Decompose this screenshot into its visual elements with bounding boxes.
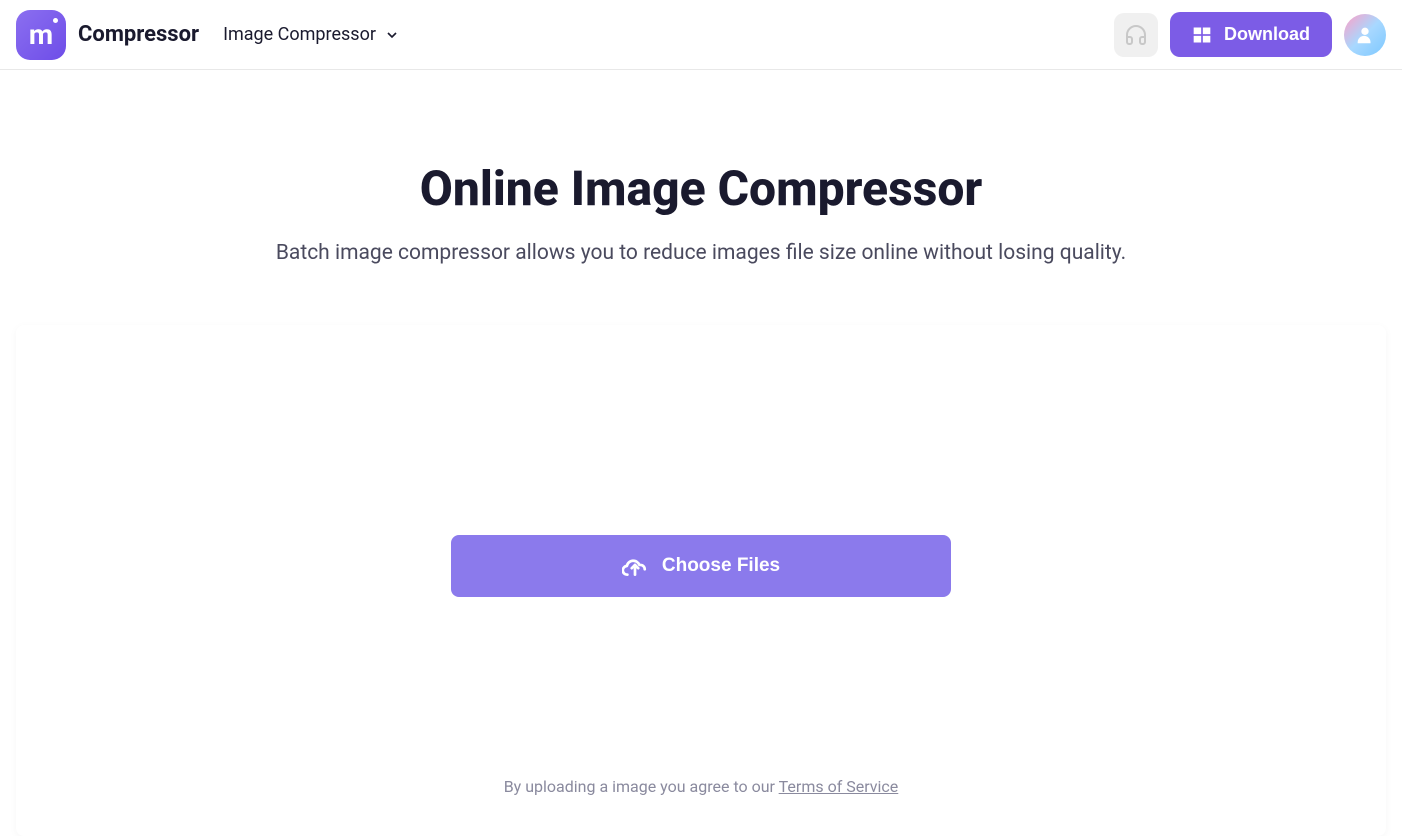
- download-button[interactable]: Download: [1170, 12, 1332, 57]
- nav-dropdown-label: Image Compressor: [223, 24, 376, 45]
- logo-group[interactable]: m Compressor: [16, 10, 199, 60]
- upload-cloud-icon: [622, 553, 648, 579]
- download-button-label: Download: [1224, 24, 1310, 45]
- support-button[interactable]: [1114, 13, 1158, 57]
- user-icon: [1354, 24, 1376, 46]
- page-title: Online Image Compressor: [0, 160, 1402, 217]
- user-avatar[interactable]: [1344, 14, 1386, 56]
- terms-link[interactable]: Terms of Service: [779, 777, 899, 796]
- logo-text: Compressor: [78, 22, 199, 47]
- header-left: m Compressor Image Compressor: [16, 10, 400, 60]
- terms-text: By uploading a image you agree to our Te…: [16, 777, 1386, 796]
- chevron-down-icon: [384, 27, 400, 43]
- headphones-icon: [1124, 23, 1148, 47]
- upload-area[interactable]: Choose Files By uploading a image you ag…: [16, 325, 1386, 836]
- page-subtitle: Batch image compressor allows you to red…: [0, 241, 1402, 265]
- logo-icon: m: [16, 10, 66, 60]
- terms-prefix: By uploading a image you agree to our: [504, 777, 779, 796]
- header-right: Download: [1114, 12, 1386, 57]
- logo-letter: m: [29, 18, 53, 51]
- choose-files-label: Choose Files: [662, 555, 780, 577]
- header: m Compressor Image Compressor Down: [0, 0, 1402, 70]
- main-content: Online Image Compressor Batch image comp…: [0, 70, 1402, 836]
- windows-icon: [1192, 25, 1212, 45]
- choose-files-button[interactable]: Choose Files: [451, 535, 951, 597]
- nav-dropdown[interactable]: Image Compressor: [223, 24, 400, 45]
